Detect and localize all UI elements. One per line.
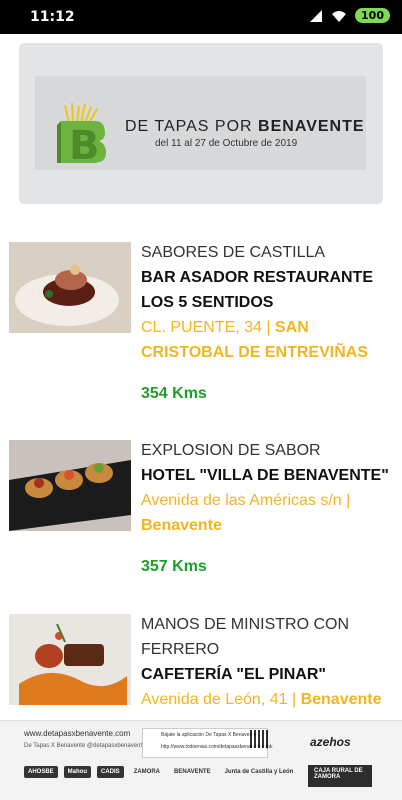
tapa-text: MANOS DE MINISTRO CON FERRERO CAFETERÍA … xyxy=(141,612,396,712)
sponsor-logo: CADIS xyxy=(97,766,124,778)
distance: 354 Kms xyxy=(141,385,207,402)
banner-dates: del 11 al 27 de Octubre de 2019 xyxy=(155,138,298,149)
tapa-image xyxy=(9,440,131,531)
restaurant-address: Avenida de León, 41 | Benavente xyxy=(141,687,396,712)
address-street: Avenida de las Américas s/n | xyxy=(141,492,351,509)
distance: 357 Kms xyxy=(141,558,207,575)
sponsor-logo: Junta de Castilla y León xyxy=(224,769,294,775)
caja-rural-logo: CAJA RURAL DE ZAMORA xyxy=(308,765,372,787)
banner-title: DE TAPAS POR BENAVENTE xyxy=(125,118,365,136)
tapa-text: EXPLOSION DE SABOR HOTEL "VILLA DE BENAV… xyxy=(141,438,396,579)
tapa-text: SABORES DE CASTILLA BAR ASADOR RESTAURAN… xyxy=(141,240,396,406)
tapa-image xyxy=(9,614,131,705)
qr-code-icon xyxy=(250,730,268,748)
tapa-category: MANOS DE MINISTRO CON FERRERO xyxy=(141,616,350,658)
logo-letter: B xyxy=(69,123,100,163)
restaurant-name: CAFETERÍA "EL PINAR" xyxy=(141,666,326,683)
address-city: Benavente xyxy=(141,517,222,534)
sponsor-logo: BENAVENTE xyxy=(174,769,211,775)
event-banner[interactable]: B DE TAPAS POR BENAVENTE del 11 al 27 de… xyxy=(19,43,383,204)
battery-icon: 100 xyxy=(355,8,390,23)
footer-app-url: http://www.todoenias.com/detapasxbenaven… xyxy=(161,744,273,750)
tapas-list[interactable]: SABORES DE CASTILLA BAR ASADOR RESTAURAN… xyxy=(0,218,402,720)
tapa-image xyxy=(9,242,131,333)
banner-title-prefix: DE TAPAS POR xyxy=(125,118,253,135)
fries-b-logo: B xyxy=(57,103,106,163)
footer-website[interactable]: www.detapasxbenavente.com xyxy=(24,729,130,738)
tapa-category: EXPLOSION DE SABOR xyxy=(141,442,321,459)
sponsor-logo: Mahou xyxy=(63,766,92,778)
wifi-icon xyxy=(332,10,347,22)
restaurant-name: BAR ASADOR RESTAURANTE LOS 5 SENTIDOS xyxy=(141,269,373,311)
tapa-category: SABORES DE CASTILLA xyxy=(141,244,326,261)
sponsor-logo: AHOSBE xyxy=(24,766,58,778)
signal-icon xyxy=(310,9,323,22)
status-time: 11:12 xyxy=(30,9,75,25)
sponsors-footer: www.detapasxbenavente.com De Tapas X Ben… xyxy=(0,720,402,800)
address-city: Benavente xyxy=(300,691,382,708)
address-street: CL. PUENTE, 34 | xyxy=(141,319,271,336)
footer-social: De Tapas X Benavente @detapasxbenavente xyxy=(24,743,146,749)
banner-title-town: BENAVENTE xyxy=(258,118,365,135)
restaurant-address: Avenida de las Américas s/n | Benavente xyxy=(141,488,396,538)
status-bar: 11:12 100 xyxy=(0,0,402,34)
footer-app-text: Bájate la aplicación De Tapas X Benavent… xyxy=(161,732,257,738)
azehos-logo: azehos xyxy=(310,735,351,749)
address-street: Avenida de León, 41 | xyxy=(141,691,297,708)
footer-logos: AHOSBE Mahou CADIS ZAMORA BENAVENTE Junt… xyxy=(24,766,297,778)
restaurant-address: CL. PUENTE, 34 | SAN CRISTOBAL DE ENTREV… xyxy=(141,315,396,365)
restaurant-name: HOTEL "VILLA DE BENAVENTE" xyxy=(141,467,389,484)
status-icons: 100 xyxy=(309,8,390,23)
sponsor-logo: ZAMORA xyxy=(133,769,161,775)
banner-inner: B DE TAPAS POR BENAVENTE del 11 al 27 de… xyxy=(35,76,366,170)
